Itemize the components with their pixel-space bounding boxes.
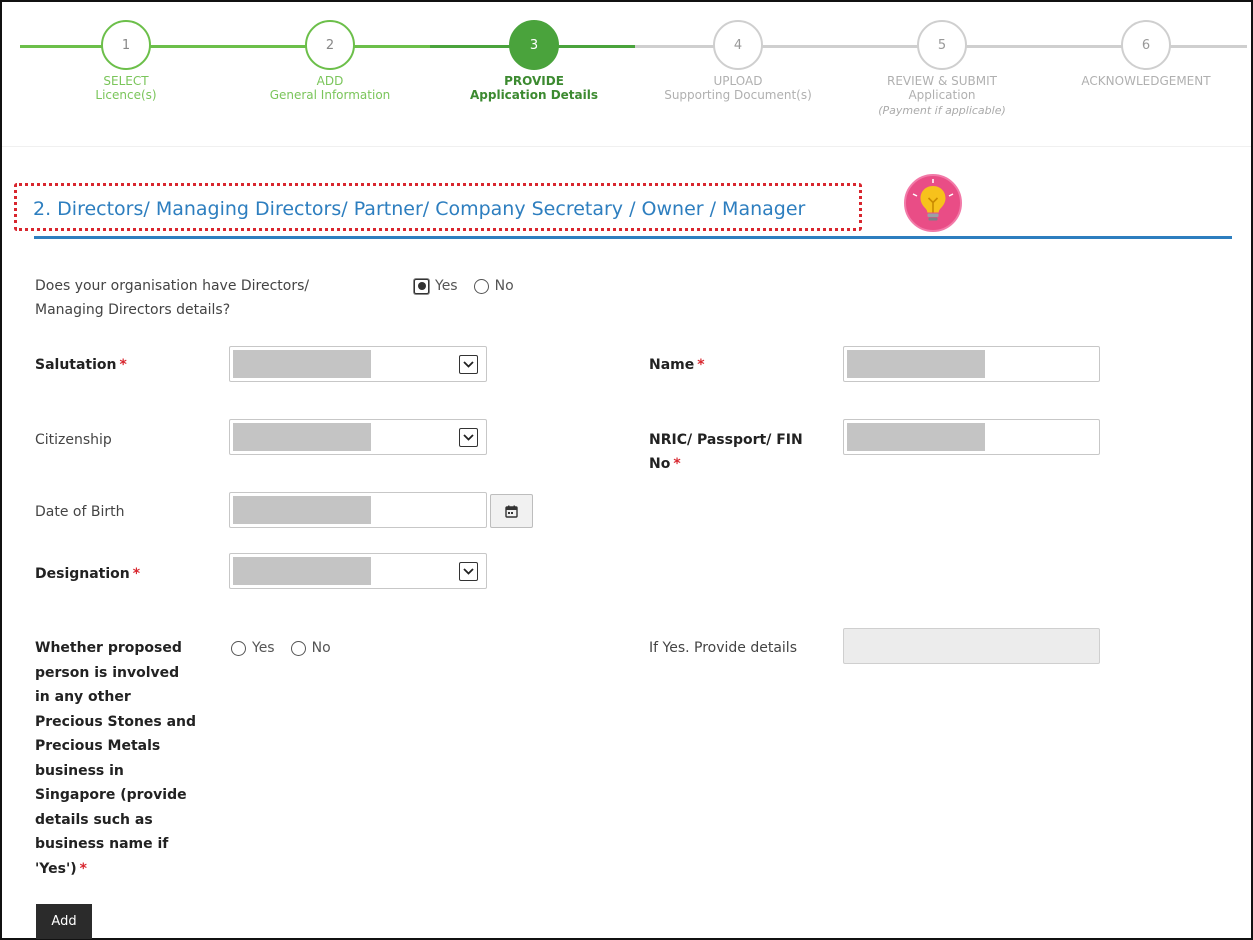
dob-label: Date of Birth — [35, 504, 125, 520]
redacted-value — [233, 423, 371, 451]
salutation-label: Salutation * — [35, 353, 127, 377]
citizenship-label: Citizenship — [35, 432, 112, 448]
section-title: 2. Directors/ Managing Directors/ Partne… — [14, 183, 862, 231]
involved-line-10: 'Yes') — [35, 860, 77, 877]
step-5-note: (Payment if applicable) — [878, 104, 1006, 117]
redacted-value — [233, 557, 371, 585]
involved-radio-group: Yes No — [231, 640, 347, 656]
radio-unchecked-icon — [231, 640, 246, 656]
step-1-title: SELECT — [103, 74, 149, 88]
dob-input[interactable] — [229, 492, 487, 528]
involved-yes-radio[interactable]: Yes — [231, 640, 275, 656]
calendar-icon — [505, 505, 518, 518]
designation-select[interactable] — [229, 553, 487, 589]
name-label: Name * — [649, 353, 705, 377]
add-button[interactable]: Add — [36, 904, 92, 939]
has-directors-radio-group: Yes No — [414, 278, 530, 294]
involved-line-1: Whether proposed — [35, 640, 182, 656]
has-directors-question-line1: Does your organisation have Directors/ — [35, 278, 310, 294]
salutation-select[interactable] — [229, 346, 487, 382]
has-directors-question-line2: Managing Directors details? — [35, 302, 231, 318]
involved-line-2: person is involved — [35, 664, 180, 681]
name-input[interactable] — [843, 346, 1100, 382]
step-5-circle: 5 — [917, 20, 967, 70]
step-4[interactable]: 4 UPLOAD Supporting Document(s) — [638, 20, 838, 103]
step-6-circle: 6 — [1121, 20, 1171, 70]
involved-line-3: in any other — [35, 689, 131, 705]
step-3-title: PROVIDE — [504, 74, 564, 88]
chevron-down-icon[interactable] — [459, 428, 478, 447]
step-1-circle: 1 — [101, 20, 151, 70]
step-2-title: ADD — [316, 74, 344, 88]
step-5-subtitle: Application — [908, 88, 976, 102]
involved-line-8: details such as — [35, 811, 153, 828]
required-marker: * — [132, 566, 141, 582]
required-marker: * — [119, 357, 127, 373]
step-5-title: REVIEW & SUBMIT — [887, 74, 997, 88]
salutation-label-text: Salutation — [35, 357, 117, 373]
nric-input[interactable] — [843, 419, 1100, 455]
has-directors-no-label: No — [494, 278, 514, 294]
calendar-button[interactable] — [490, 494, 533, 528]
redacted-value — [233, 496, 371, 524]
required-marker: * — [697, 357, 705, 373]
lightbulb-icon[interactable] — [904, 174, 962, 232]
step-2[interactable]: 2 ADD General Information — [230, 20, 430, 103]
step-6-title: ACKNOWLEDGEMENT — [1081, 74, 1211, 88]
radio-checked-icon — [414, 278, 429, 294]
redacted-value — [233, 350, 371, 378]
has-directors-no-radio[interactable]: No — [473, 278, 514, 294]
step-3-circle: 3 — [509, 20, 559, 70]
designation-label-text: Designation — [35, 566, 130, 582]
nric-label-line2: No — [649, 456, 671, 472]
step-2-circle: 2 — [305, 20, 355, 70]
step-4-subtitle: Supporting Document(s) — [664, 88, 812, 102]
involved-line-7: Singapore (provide — [35, 787, 187, 803]
step-3[interactable]: 3 PROVIDE Application Details — [434, 20, 634, 103]
application-form-page: 1 SELECT Licence(s) 2 ADD General Inform… — [0, 0, 1253, 940]
has-directors-yes-label: Yes — [435, 278, 458, 294]
has-directors-question: Does your organisation have Directors/ M… — [35, 274, 309, 322]
progress-stepper: 1 SELECT Licence(s) 2 ADD General Inform… — [2, 2, 1251, 147]
step-6[interactable]: 6 ACKNOWLEDGEMENT — [1046, 20, 1246, 88]
involved-yes-label: Yes — [252, 640, 275, 656]
required-marker: * — [673, 456, 681, 472]
chevron-down-icon[interactable] — [459, 562, 478, 581]
details-label: If Yes. Provide details — [649, 640, 797, 656]
involved-line-6: business in — [35, 762, 124, 779]
has-directors-yes-radio[interactable]: Yes — [414, 278, 458, 294]
nric-label-line1: NRIC/ Passport/ FIN — [649, 432, 803, 448]
name-label-text: Name — [649, 357, 695, 373]
involved-line-4: Precious Stones and — [35, 713, 197, 730]
step-4-circle: 4 — [713, 20, 763, 70]
step-4-title: UPLOAD — [713, 74, 763, 88]
involved-no-label: No — [311, 640, 331, 656]
step-2-subtitle: General Information — [269, 88, 391, 102]
nric-label: NRIC/ Passport/ FIN No * — [649, 428, 803, 476]
involved-line-9: business name if — [35, 836, 169, 852]
required-marker: * — [79, 860, 87, 877]
redacted-value — [847, 350, 985, 378]
section-divider — [34, 236, 1232, 239]
radio-unchecked-icon — [473, 278, 489, 294]
involved-no-radio[interactable]: No — [290, 640, 331, 656]
involved-question-label: Whether proposed person is involved in a… — [35, 636, 196, 881]
radio-unchecked-icon — [290, 640, 306, 656]
chevron-down-icon[interactable] — [459, 355, 478, 374]
step-5[interactable]: 5 REVIEW & SUBMIT Application (Payment i… — [842, 20, 1042, 118]
step-3-subtitle: Application Details — [469, 88, 599, 102]
designation-label: Designation * — [35, 562, 140, 586]
redacted-value — [847, 423, 985, 451]
involved-line-5: Precious Metals — [35, 738, 161, 754]
step-1[interactable]: 1 SELECT Licence(s) — [26, 20, 226, 103]
details-input[interactable] — [843, 628, 1100, 664]
step-1-subtitle: Licence(s) — [95, 88, 157, 102]
citizenship-select[interactable] — [229, 419, 487, 455]
